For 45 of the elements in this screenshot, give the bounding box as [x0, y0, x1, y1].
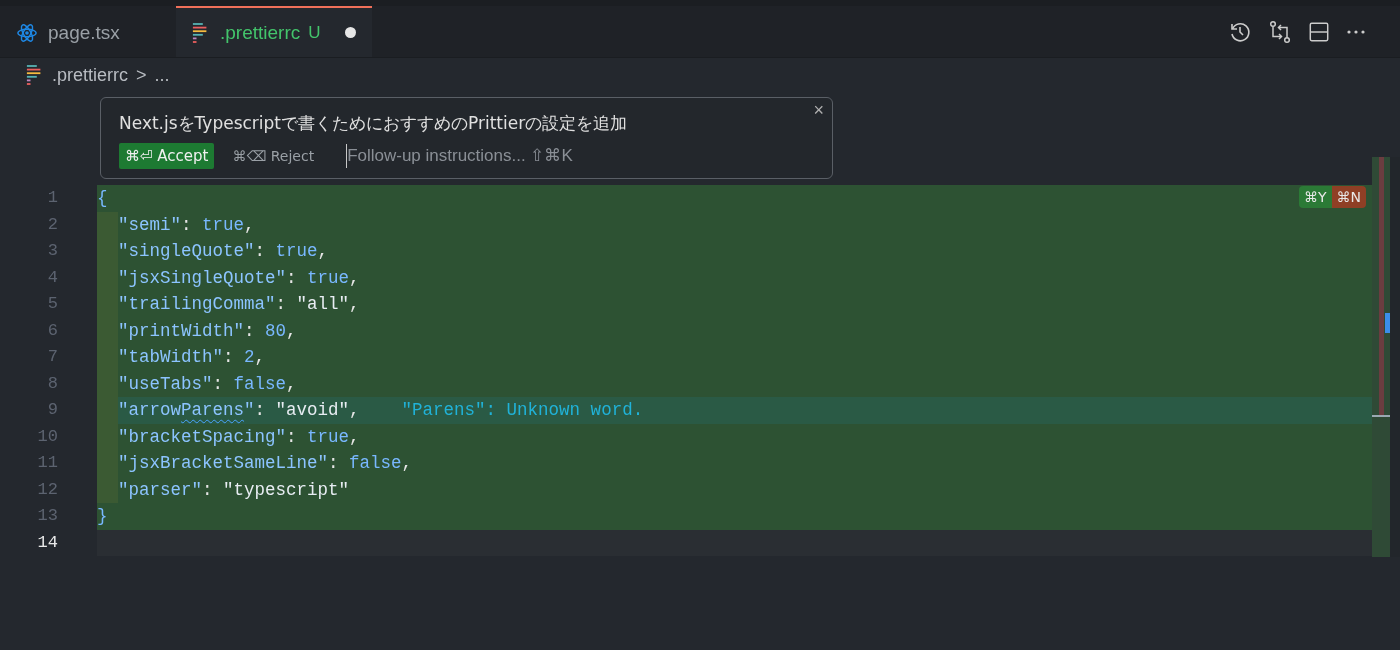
split-editor-icon[interactable]	[1308, 20, 1330, 43]
compare-changes-icon[interactable]	[1268, 19, 1292, 44]
code-line: "parser": "typescript"	[118, 478, 350, 502]
code-line: "printWidth": 80,	[118, 319, 297, 343]
code-line: "useTabs": false,	[118, 372, 297, 396]
line-number: 9	[46, 399, 58, 421]
prompt-text: Next.jsをTypescriptで書くためにおすすめのPrittierの設定を追加	[119, 112, 629, 135]
accept-change-button[interactable]: ⌘Y	[1298, 186, 1332, 208]
inline-diagnostic: "Parens": Unknown word.	[401, 399, 644, 422]
code-line: "jsxSingleQuote": true,	[118, 266, 360, 290]
line-number: 10	[36, 425, 58, 448]
line-number: 7	[46, 346, 58, 368]
code-line: "arrowParens": "avoid",	[118, 399, 360, 422]
editor-tab[interactable]: .prettierrc U	[176, 6, 372, 57]
accept-button[interactable]: ⌘⏎ Accept	[119, 143, 215, 169]
unsaved-dot-icon	[344, 27, 356, 38]
close-button[interactable]: ×	[809, 100, 828, 121]
follow-up-input[interactable]: Follow-up instructions... ⇧⌘K	[346, 144, 648, 168]
code-line: "semi": true,	[118, 213, 255, 237]
line-number: 11	[36, 452, 58, 474]
code-line: "jsxBracketSameLine": false,	[118, 452, 413, 475]
breadcrumb-item[interactable]: ...	[154, 64, 170, 86]
reject-change-button[interactable]: ⌘N	[1331, 186, 1366, 208]
atom-icon	[16, 21, 38, 44]
line-number: 2	[46, 213, 58, 236]
code-line: {	[97, 187, 108, 210]
line-number: 3	[46, 240, 58, 262]
code-line: "tabWidth": 2,	[118, 346, 266, 369]
line-number: 12	[36, 478, 58, 501]
code-line: }	[97, 505, 108, 528]
line-number: 8	[46, 372, 58, 395]
breadcrumb-item[interactable]: .prettierrc	[52, 64, 129, 86]
more-icon[interactable]	[1346, 28, 1366, 35]
editor-tab[interactable]: page.tsx	[0, 6, 176, 57]
line-number: 5	[46, 293, 58, 315]
breadcrumb-separator: >	[136, 64, 147, 86]
line-number: 14	[36, 531, 58, 554]
code-line: "trailingComma": "all",	[118, 293, 360, 316]
code-line: "singleQuote": true,	[118, 240, 329, 263]
line-number: 1	[46, 187, 58, 209]
code-line: "bracketSpacing": true,	[118, 425, 360, 449]
line-number: 13	[36, 505, 58, 527]
line-number: 6	[46, 319, 58, 342]
line-number: 4	[46, 266, 58, 289]
reject-button[interactable]: ⌘⌫ Reject	[226, 144, 321, 168]
